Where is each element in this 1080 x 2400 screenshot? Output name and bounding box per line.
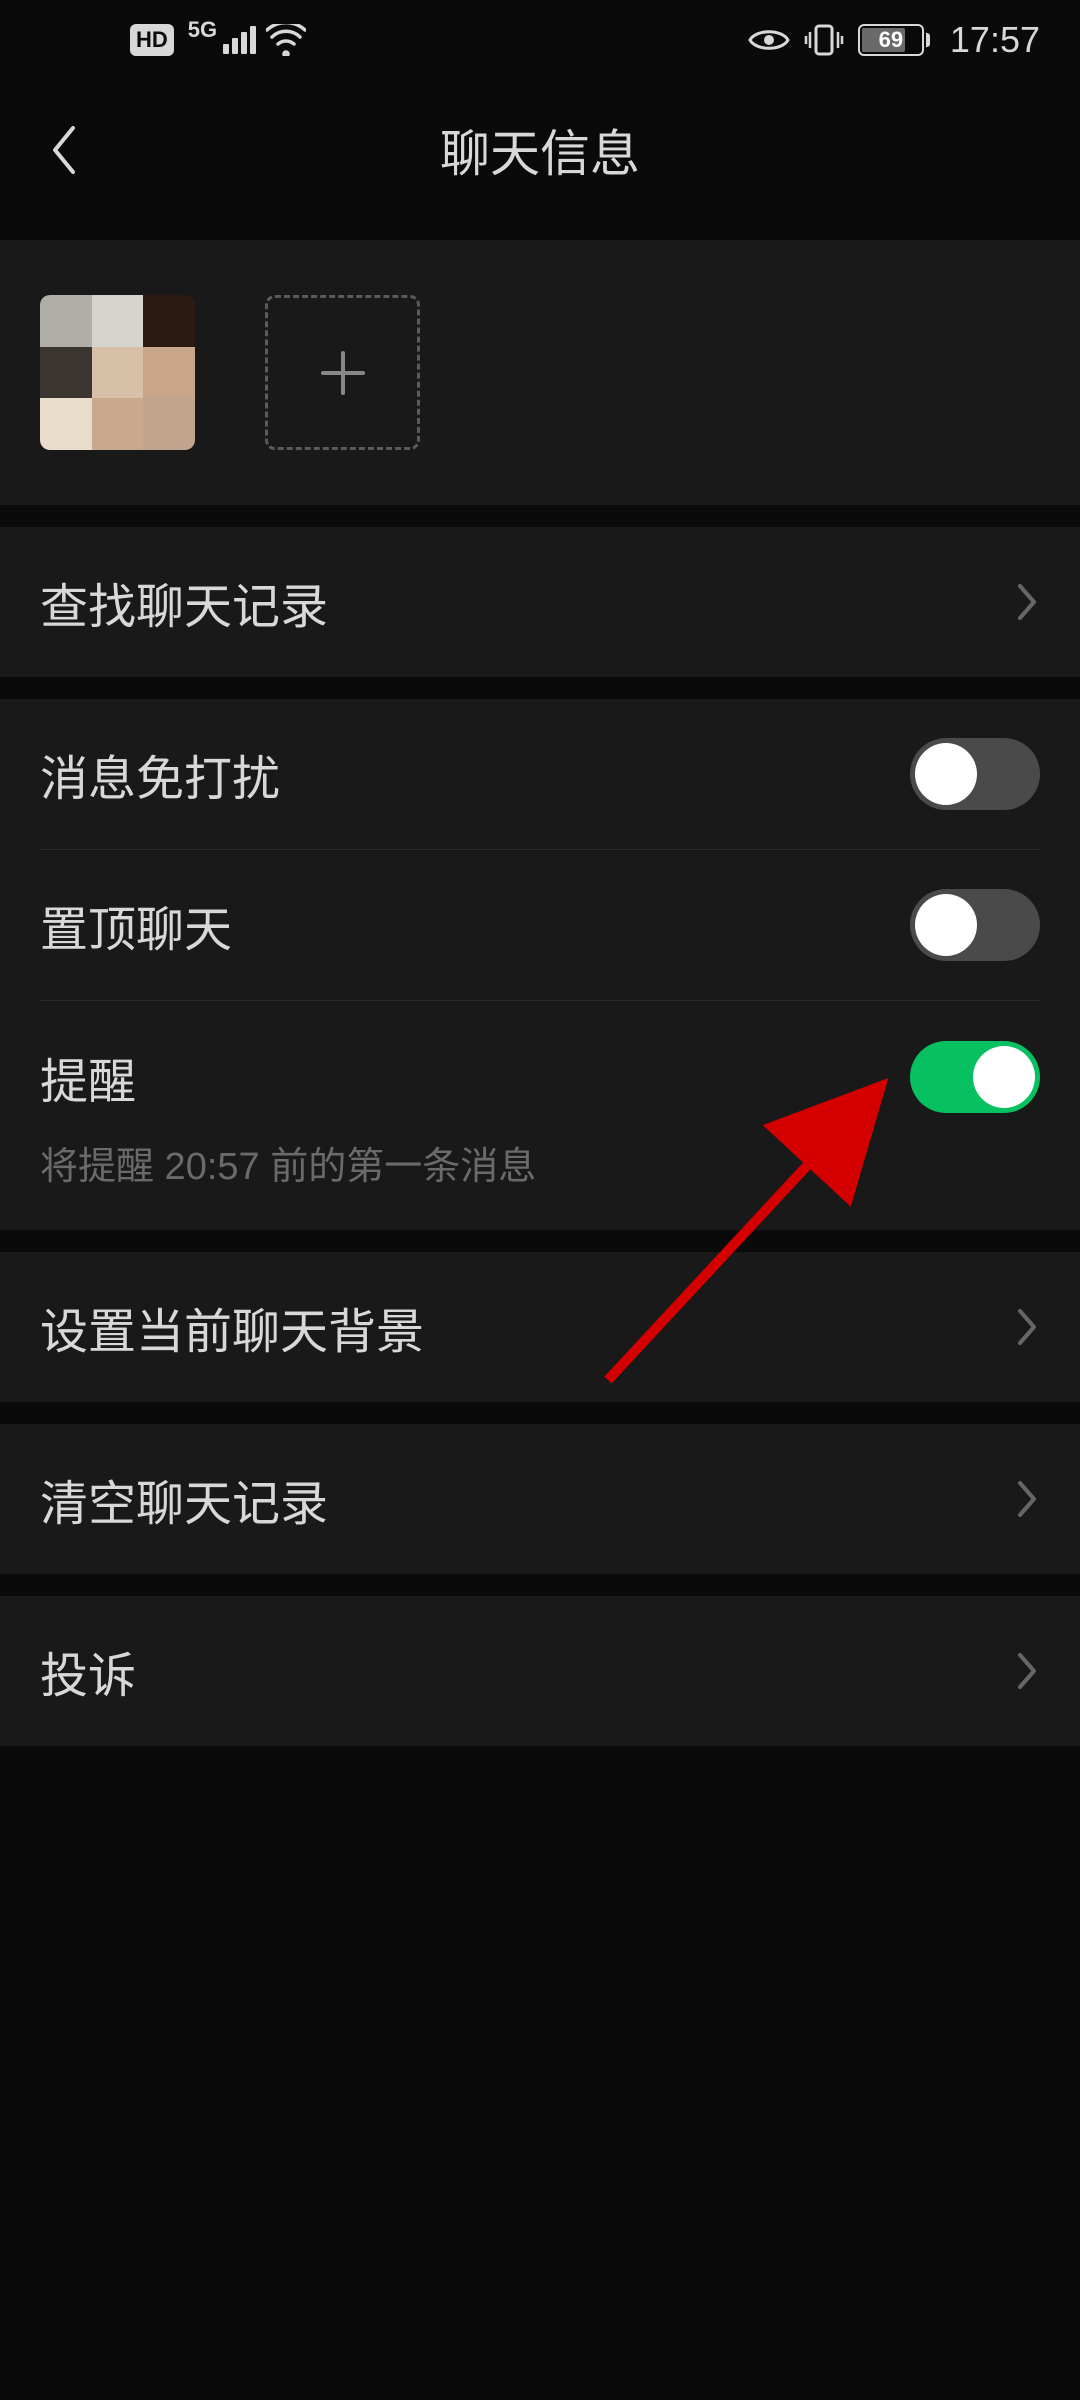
report-row[interactable]: 投诉 [0, 1596, 1080, 1746]
background-row[interactable]: 设置当前聊天背景 [0, 1252, 1080, 1402]
search-history-label: 查找聊天记录 [40, 567, 328, 637]
remind-row: 提醒 将提醒 20:57 前的第一条消息 [0, 1001, 1080, 1230]
chevron-right-icon [1016, 1651, 1040, 1691]
network-type: 5G [188, 17, 217, 43]
member-avatar[interactable] [40, 295, 195, 450]
mute-toggle[interactable] [910, 738, 1040, 810]
search-section: 查找聊天记录 [0, 527, 1080, 677]
chevron-right-icon [1016, 1479, 1040, 1519]
toggles-section: 消息免打扰 置顶聊天 提醒 将提醒 20:57 前的第一条消息 [0, 699, 1080, 1230]
report-section: 投诉 [0, 1596, 1080, 1746]
pin-row: 置顶聊天 [0, 850, 1080, 1000]
clock: 17:57 [950, 19, 1040, 61]
hd-badge: HD [130, 24, 174, 56]
wifi-icon [266, 24, 306, 56]
mute-row: 消息免打扰 [0, 699, 1080, 849]
pin-toggle[interactable] [910, 889, 1040, 961]
page-title: 聊天信息 [440, 114, 640, 186]
remind-label: 提醒 [40, 1042, 136, 1112]
back-button[interactable] [40, 126, 88, 174]
status-left: HD 5G [130, 17, 306, 63]
remind-toggle[interactable] [910, 1041, 1040, 1113]
background-label: 设置当前聊天背景 [40, 1292, 424, 1362]
search-history-row[interactable]: 查找聊天记录 [0, 527, 1080, 677]
pin-label: 置顶聊天 [40, 890, 232, 960]
signal-icon [223, 26, 256, 54]
remind-subtitle: 将提醒 20:57 前的第一条消息 [40, 1135, 1040, 1190]
status-right: 69 17:57 [748, 19, 1040, 61]
chevron-right-icon [1016, 582, 1040, 622]
vibrate-icon [804, 22, 844, 58]
background-section: 设置当前聊天背景 [0, 1252, 1080, 1402]
chevron-right-icon [1016, 1307, 1040, 1347]
report-label: 投诉 [40, 1636, 136, 1706]
members-section [0, 240, 1080, 505]
eye-icon [748, 27, 790, 53]
clear-section: 清空聊天记录 [0, 1424, 1080, 1574]
clear-row[interactable]: 清空聊天记录 [0, 1424, 1080, 1574]
status-bar: HD 5G 69 17:57 [0, 0, 1080, 80]
mute-label: 消息免打扰 [40, 739, 280, 809]
clear-label: 清空聊天记录 [40, 1464, 328, 1534]
battery-icon: 69 [858, 24, 930, 56]
header: 聊天信息 [0, 80, 1080, 220]
add-member-button[interactable] [265, 295, 420, 450]
